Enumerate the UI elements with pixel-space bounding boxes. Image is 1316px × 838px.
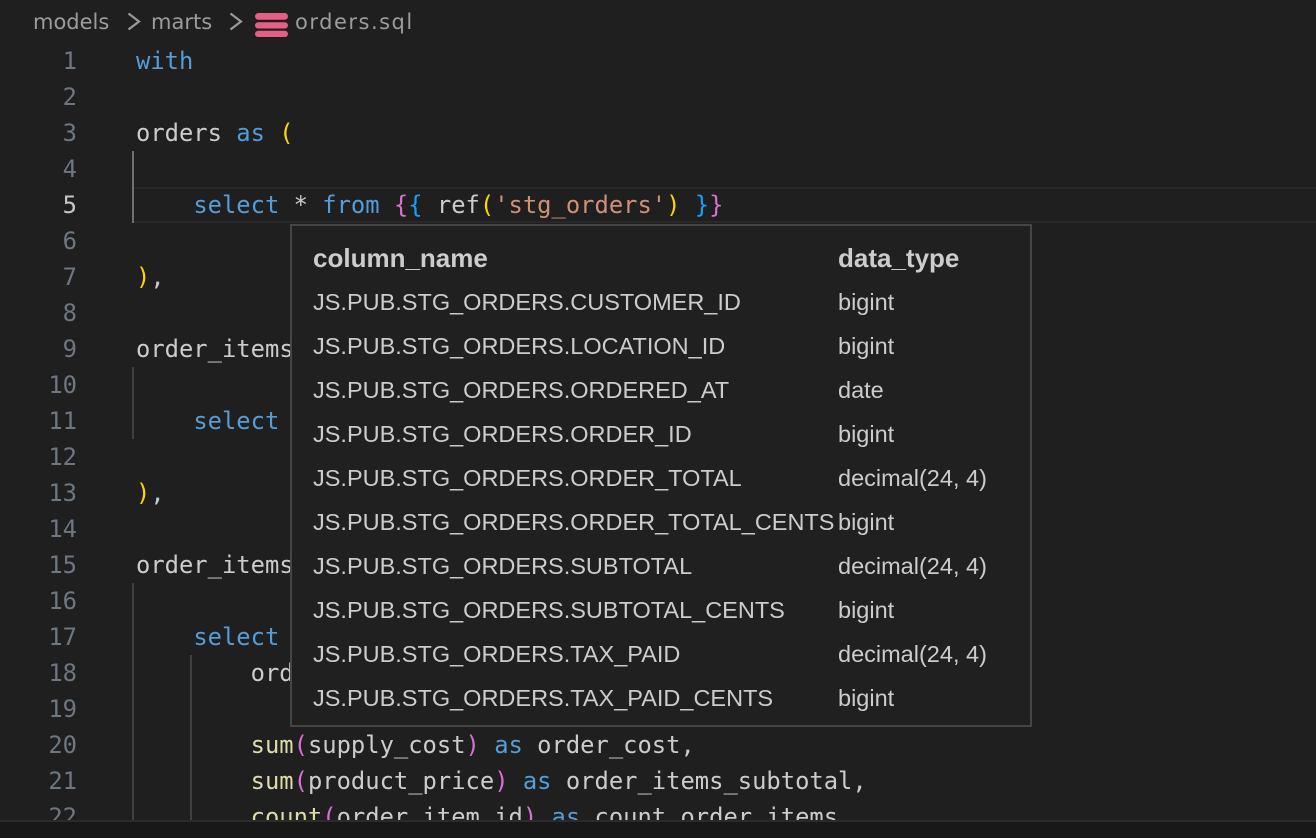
popup-cell-data-type: decimal(24, 4): [838, 632, 1018, 676]
popup-row-1: JS.PUB.STG_ORDERS.LOCATION_IDbigint: [313, 324, 1018, 368]
line-number-10: 10: [0, 367, 77, 403]
popup-cell-column-name: JS.PUB.STG_ORDERS.ORDER_TOTAL_CENTS: [313, 500, 838, 544]
indent-guide: [132, 583, 134, 820]
line-code-9[interactable]: order_items: [136, 331, 294, 367]
line-number-17: 17: [0, 619, 77, 655]
code-line-1[interactable]: 1 with: [0, 43, 1316, 79]
popup-row-9: JS.PUB.STG_ORDERS.TAX_PAID_CENTSbigint: [313, 676, 1018, 720]
line-code-3[interactable]: orders as (: [136, 115, 294, 151]
popup-row-8: JS.PUB.STG_ORDERS.TAX_PAIDdecimal(24, 4): [313, 632, 1018, 676]
line-number-16: 16: [0, 583, 77, 619]
popup-header-row: column_name data_type: [313, 236, 1018, 280]
popup-row-6: JS.PUB.STG_ORDERS.SUBTOTALdecimal(24, 4): [313, 544, 1018, 588]
popup-cell-column-name: JS.PUB.STG_ORDERS.TAX_PAID_CENTS: [313, 676, 838, 720]
line-number-1: 1: [0, 43, 77, 79]
line-number-3: 3: [0, 115, 77, 151]
editor-window: models marts orders.sql 1 with 23 orders as…: [0, 0, 1316, 838]
line-code-5[interactable]: select * from {{ ref('stg_orders') }}: [136, 187, 723, 223]
popup-rows: JS.PUB.STG_ORDERS.CUSTOMER_IDbigintJS.PU…: [313, 280, 1018, 720]
line-code-18[interactable]: ord: [136, 655, 294, 691]
chevron-right-icon: [229, 12, 243, 31]
line-number-19: 19: [0, 691, 77, 727]
popup-cell-data-type: bigint: [838, 676, 1018, 720]
popup-cell-column-name: JS.PUB.STG_ORDERS.LOCATION_ID: [313, 324, 838, 368]
line-code-20[interactable]: sum(supply_cost) as order_cost,: [136, 727, 695, 763]
popup-cell-column-name: JS.PUB.STG_ORDERS.TAX_PAID: [313, 632, 838, 676]
indent-guide: [190, 655, 192, 820]
line-code-21[interactable]: sum(product_price) as order_items_subtot…: [136, 763, 867, 799]
popup-row-7: JS.PUB.STG_ORDERS.SUBTOTAL_CENTSbigint: [313, 588, 1018, 632]
line-number-7: 7: [0, 259, 77, 295]
popup-row-4: JS.PUB.STG_ORDERS.ORDER_TOTALdecimal(24,…: [313, 456, 1018, 500]
code-line-20[interactable]: 20 sum(supply_cost) as order_cost,: [0, 727, 1316, 763]
line-number-18: 18: [0, 655, 77, 691]
breadcrumb-item-marts[interactable]: marts: [151, 0, 212, 44]
indent-guide: [132, 367, 134, 439]
line-number-5: 5: [0, 187, 77, 223]
line-number-4: 4: [0, 151, 77, 187]
popup-row-3: JS.PUB.STG_ORDERS.ORDER_IDbigint: [313, 412, 1018, 456]
code-line-3[interactable]: 3 orders as (: [0, 115, 1316, 151]
line-code-1[interactable]: with: [136, 43, 193, 79]
popup-row-0: JS.PUB.STG_ORDERS.CUSTOMER_IDbigint: [313, 280, 1018, 324]
popup-cell-column-name: JS.PUB.STG_ORDERS.ORDERED_AT: [313, 368, 838, 412]
popup-cell-data-type: bigint: [838, 324, 1018, 368]
indent-guide: [132, 151, 134, 223]
popup-cell-column-name: JS.PUB.STG_ORDERS.SUBTOTAL_CENTS: [313, 588, 838, 632]
popup-header-data-type: data_type: [838, 236, 1018, 280]
line-code-17[interactable]: select: [136, 619, 279, 655]
popup-cell-column-name: JS.PUB.STG_ORDERS.SUBTOTAL: [313, 544, 838, 588]
code-line-21[interactable]: 21 sum(product_price) as order_items_sub…: [0, 763, 1316, 799]
line-code-13[interactable]: ),: [136, 475, 165, 511]
panel-divider: [0, 820, 1316, 838]
line-code-7[interactable]: ),: [136, 259, 165, 295]
popup-cell-data-type: decimal(24, 4): [838, 456, 1018, 500]
popup-cell-data-type: bigint: [838, 412, 1018, 456]
popup-header-column-name: column_name: [313, 236, 838, 280]
line-number-11: 11: [0, 403, 77, 439]
popup-cell-data-type: bigint: [838, 588, 1018, 632]
breadcrumb-item-models[interactable]: models: [33, 0, 109, 44]
line-number-2: 2: [0, 79, 77, 115]
line-number-14: 14: [0, 511, 77, 547]
code-line-4[interactable]: 4: [0, 151, 1316, 187]
line-number-20: 20: [0, 727, 77, 763]
line-number-21: 21: [0, 763, 77, 799]
code-line-2[interactable]: 2: [0, 79, 1316, 115]
line-code-11[interactable]: select: [136, 403, 279, 439]
line-number-8: 8: [0, 295, 77, 331]
line-code-15[interactable]: order_items: [136, 547, 294, 583]
popup-cell-data-type: bigint: [838, 500, 1018, 544]
line-number-9: 9: [0, 331, 77, 367]
popup-cell-data-type: bigint: [838, 280, 1018, 324]
chevron-right-icon: [127, 12, 141, 31]
hover-popup: column_name data_type JS.PUB.STG_ORDERS.…: [290, 224, 1032, 727]
popup-cell-column-name: JS.PUB.STG_ORDERS.ORDER_TOTAL: [313, 456, 838, 500]
popup-cell-data-type: decimal(24, 4): [838, 544, 1018, 588]
popup-cell-column-name: JS.PUB.STG_ORDERS.ORDER_ID: [313, 412, 838, 456]
line-number-12: 12: [0, 439, 77, 475]
breadcrumb: models marts orders.sql: [0, 0, 1316, 43]
popup-row-5: JS.PUB.STG_ORDERS.ORDER_TOTAL_CENTSbigin…: [313, 500, 1018, 544]
popup-cell-data-type: date: [838, 368, 1018, 412]
breadcrumb-item-file[interactable]: orders.sql: [295, 0, 414, 44]
line-number-13: 13: [0, 475, 77, 511]
popup-cell-column-name: JS.PUB.STG_ORDERS.CUSTOMER_ID: [313, 280, 838, 324]
popup-row-2: JS.PUB.STG_ORDERS.ORDERED_ATdate: [313, 368, 1018, 412]
line-number-6: 6: [0, 223, 77, 259]
code-line-5[interactable]: 5 select * from {{ ref('stg_orders') }}: [0, 187, 1316, 223]
line-number-15: 15: [0, 547, 77, 583]
